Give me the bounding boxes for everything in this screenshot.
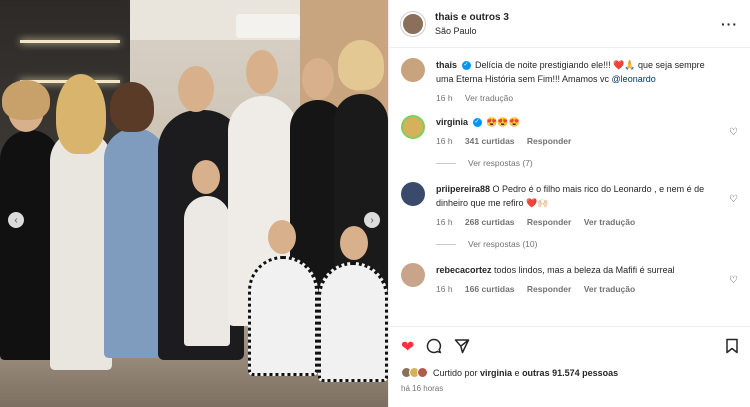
photo-child-head (268, 220, 296, 254)
photo-person-hair (56, 74, 106, 154)
comment-mention[interactable]: @leonardo (612, 74, 656, 84)
comment-username[interactable]: priipereira88 (436, 184, 490, 194)
translate-link[interactable]: Ver tradução (465, 93, 513, 103)
comment-time[interactable]: 16 h (436, 284, 453, 294)
comment-text: todos lindos, mas a beleza da Mafifi é s… (494, 265, 675, 275)
photo-person (50, 130, 112, 370)
photo-child (318, 262, 388, 382)
post-time[interactable]: há 16 horas (401, 384, 739, 393)
comment-item: thais ✓ Delícia de noite prestigiando el… (401, 58, 738, 105)
photo-person-head (246, 50, 278, 94)
comment-avatar[interactable] (401, 182, 425, 206)
photo-child (184, 196, 230, 346)
comment-username[interactable]: virginia (436, 117, 468, 127)
comment-item: priipereira88 O Pedro é o filho mais ric… (401, 182, 738, 229)
chevron-right-icon: › (370, 214, 374, 226)
comment-likes[interactable]: 341 curtidas (465, 136, 515, 146)
photo-person-hair (2, 80, 50, 120)
comments-list: thais ✓ Delícia de noite prestigiando el… (389, 48, 750, 296)
post-location[interactable]: São Paulo (435, 26, 721, 36)
comment-text: Delícia de noite prestigiando ele!!! ❤️🙏… (436, 60, 705, 84)
replies-divider (436, 162, 456, 164)
comment-time[interactable]: 16 h (436, 136, 453, 146)
post-author[interactable]: thais e outros 3 (435, 12, 721, 23)
reply-button[interactable]: Responder (527, 217, 571, 227)
comment-item: virginia ✓ 😍😍😍 16 h 341 curtidas Respond… (401, 115, 738, 148)
photo-child (248, 256, 318, 376)
view-replies[interactable]: Ver respostas (7) (436, 158, 738, 168)
translate-link[interactable]: Ver tradução (584, 217, 636, 227)
photo-person-hair (338, 40, 384, 90)
comment-username[interactable]: rebecacortez (436, 265, 492, 275)
photo-person (104, 128, 166, 358)
heart-outline-icon[interactable]: ♡ (729, 275, 738, 286)
comment-username[interactable]: thais (436, 60, 457, 70)
photo-child-head (340, 226, 368, 260)
comment-time[interactable]: 16 h (436, 93, 453, 103)
bookmark-icon[interactable] (725, 338, 739, 358)
comment-icon[interactable] (426, 338, 442, 358)
view-replies[interactable]: Ver respostas (10) (436, 239, 738, 249)
photo-next-button[interactable]: › (364, 212, 380, 228)
reply-button[interactable]: Responder (527, 136, 571, 146)
photo-prev-button[interactable]: ‹ (8, 212, 24, 228)
verified-badge-icon: ✓ (461, 61, 471, 71)
likes-user[interactable]: virginia (480, 368, 512, 378)
photo-person-head (178, 66, 214, 112)
more-dots-icon[interactable]: ··· (721, 16, 738, 32)
photo-person-hair (110, 82, 154, 132)
translate-link[interactable]: Ver tradução (584, 284, 636, 294)
liker-avatar (417, 367, 428, 378)
view-replies-label[interactable]: Ver respostas (10) (468, 239, 537, 249)
likes-others[interactable]: outras 91.574 pessoas (522, 368, 618, 378)
heart-outline-icon[interactable]: ♡ (729, 194, 738, 205)
view-replies-label[interactable]: Ver respostas (7) (468, 158, 533, 168)
comment-text: 😍😍😍 (486, 117, 520, 127)
post-header: thais e outros 3 São Paulo ··· (389, 0, 750, 48)
reply-button[interactable]: Responder (527, 284, 571, 294)
likes-middle: e (512, 367, 523, 378)
likes-summary: Curtido por virginia e outras 91.574 pes… (401, 367, 739, 378)
heart-outline-icon[interactable]: ♡ (729, 127, 738, 138)
verified-badge-icon: ✓ (472, 118, 482, 128)
heart-filled-icon[interactable]: ❤ (401, 340, 414, 356)
photo-child-head (192, 160, 220, 194)
comment-item: rebecacortez todos lindos, mas a beleza … (401, 263, 738, 296)
author-avatar[interactable] (401, 11, 425, 36)
comment-likes[interactable]: 166 curtidas (465, 284, 515, 294)
likes-prefix: Curtido por (433, 367, 481, 378)
comment-avatar[interactable] (401, 58, 425, 82)
comment-avatar[interactable] (401, 115, 425, 139)
comment-avatar[interactable] (401, 263, 425, 287)
comment-likes[interactable]: 268 curtidas (465, 217, 515, 227)
chevron-left-icon: ‹ (14, 214, 18, 226)
replies-divider (436, 243, 456, 245)
photo-shelf-light (20, 40, 120, 43)
post-side-panel: thais e outros 3 São Paulo ··· thais ✓ D… (388, 0, 750, 407)
post-actions: ❤ Curtido por virginia e outras 91.574 p… (389, 326, 750, 393)
comment-time[interactable]: 16 h (436, 217, 453, 227)
photo-air-conditioner (236, 14, 300, 38)
share-icon[interactable] (454, 338, 470, 358)
photo-person-head (302, 58, 334, 100)
post-photo[interactable]: ‹ › (0, 0, 388, 407)
